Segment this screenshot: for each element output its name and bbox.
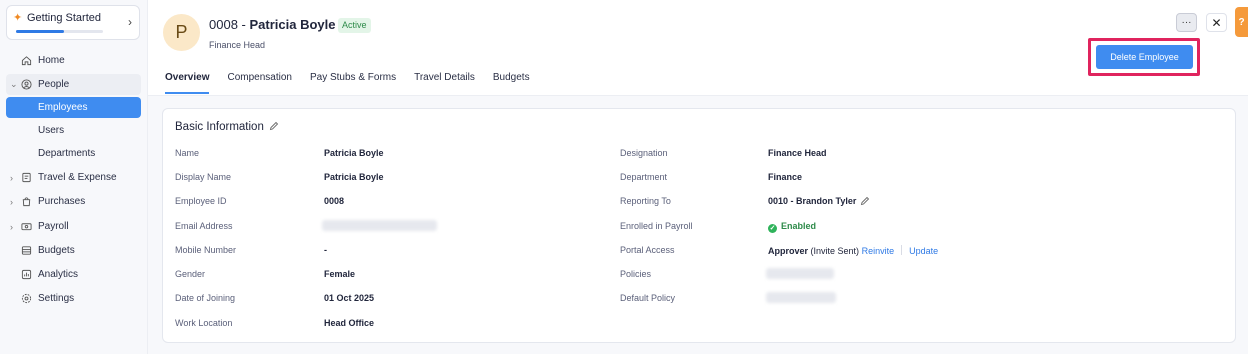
getting-started-progress <box>16 30 103 33</box>
person-icon <box>20 79 32 91</box>
update-link[interactable]: Update <box>909 246 938 256</box>
department-value: Finance <box>768 172 803 182</box>
tab-compensation[interactable]: Compensation <box>227 72 291 94</box>
delete-employee-button[interactable]: Delete Employee <box>1096 45 1193 69</box>
title-separator: - <box>237 17 250 32</box>
sidebar-item-analytics[interactable]: Analytics <box>6 264 141 285</box>
avatar: P <box>163 14 200 51</box>
policies-value-redacted <box>766 268 834 279</box>
designation-label: Designation <box>620 148 668 158</box>
sidebar-item-employees[interactable]: Employees <box>6 97 141 118</box>
name-value: Patricia Boyle <box>324 148 384 158</box>
designation-value: Finance Head <box>768 148 827 158</box>
tab-budgets[interactable]: Budgets <box>493 72 530 94</box>
date-of-joining-label: Date of Joining <box>175 293 236 303</box>
divider <box>901 245 903 255</box>
mobile-value: - <box>324 245 327 255</box>
reporting-to-value: 0010 - Brandon Tyler <box>768 196 857 206</box>
sidebar-item-people[interactable]: ⌄ People <box>6 74 141 95</box>
status-badge: Active <box>338 18 371 33</box>
reinvite-link[interactable]: Reinvite <box>862 246 895 256</box>
gear-icon <box>20 293 32 305</box>
portal-access-role: Approver <box>768 246 809 256</box>
sidebar: ✦ Getting Started › Home ⌄ People Employ… <box>0 0 148 354</box>
sidebar-item-settings[interactable]: Settings <box>6 288 141 309</box>
portal-access-label: Portal Access <box>620 245 675 255</box>
sidebar-item-users[interactable]: Users <box>6 120 141 141</box>
bag-icon <box>20 196 32 208</box>
close-button[interactable]: ✕ <box>1206 13 1227 32</box>
pencil-icon[interactable] <box>860 196 870 209</box>
sidebar-item-home[interactable]: Home <box>6 50 141 71</box>
employee-id: 0008 <box>209 17 238 32</box>
sidebar-item-purchases[interactable]: › Purchases <box>6 191 141 212</box>
tab-overview[interactable]: Overview <box>165 72 210 94</box>
tab-pay-stubs-forms[interactable]: Pay Stubs & Forms <box>310 72 396 94</box>
email-label: Email Address <box>175 221 233 231</box>
display-name-label: Display Name <box>175 172 232 182</box>
enrolled-payroll-label: Enrolled in Payroll <box>620 221 693 231</box>
tab-bar: Overview Compensation Pay Stubs & Forms … <box>165 72 548 94</box>
sidebar-item-payroll[interactable]: › Payroll <box>6 216 141 237</box>
chevron-right-icon: › <box>10 172 13 183</box>
receipt-icon <box>20 172 32 184</box>
chevron-right-icon: › <box>10 221 13 232</box>
home-icon <box>20 55 32 67</box>
budget-icon <box>20 245 32 257</box>
gender-label: Gender <box>175 269 206 279</box>
work-location-value: Head Office <box>324 318 375 328</box>
default-policy-value-redacted <box>766 292 836 303</box>
employee-designation: Finance Head <box>209 40 266 50</box>
enrolled-payroll-text: Enabled <box>781 221 817 231</box>
default-policy-label: Default Policy <box>620 293 676 303</box>
sidebar-item-travel-expense[interactable]: › Travel & Expense <box>6 167 141 188</box>
help-tab[interactable]: ? <box>1235 7 1248 37</box>
cash-icon <box>20 221 32 233</box>
sidebar-item-budgets[interactable]: Budgets <box>6 240 141 261</box>
employee-id-value: 0008 <box>324 196 345 206</box>
employee-id-label: Employee ID <box>175 196 227 206</box>
section-title: Basic Information <box>175 121 264 133</box>
chevron-right-icon: › <box>128 15 132 29</box>
chevron-right-icon: › <box>10 196 13 207</box>
analytics-icon <box>20 269 32 281</box>
department-label: Department <box>620 172 668 182</box>
email-value-redacted <box>322 220 437 231</box>
portal-access-status: (Invite Sent) <box>810 246 860 256</box>
pencil-icon[interactable] <box>269 121 279 134</box>
sidebar-item-departments[interactable]: Departments <box>6 143 141 164</box>
work-location-label: Work Location <box>175 318 233 328</box>
portal-access-value: Approver (Invite Sent) Reinvite Update <box>768 245 938 256</box>
enrolled-payroll-value: ✓ Enabled <box>768 221 816 233</box>
sparkle-icon: ✦ <box>13 12 23 24</box>
mobile-label: Mobile Number <box>175 245 237 255</box>
reporting-to-label: Reporting To <box>620 196 671 206</box>
employee-name: Patricia Boyle <box>249 17 336 32</box>
tab-travel-details[interactable]: Travel Details <box>414 72 475 94</box>
page-title: 0008 - Patricia Boyle <box>209 17 335 32</box>
display-name-value: Patricia Boyle <box>324 172 384 182</box>
getting-started-card[interactable]: ✦ Getting Started › <box>6 5 140 40</box>
gender-value: Female <box>324 269 356 279</box>
getting-started-label: Getting Started <box>27 12 101 24</box>
name-label: Name <box>175 148 200 158</box>
more-options-button[interactable]: ··· <box>1176 13 1197 32</box>
chevron-down-icon: ⌄ <box>10 79 18 89</box>
check-circle-icon: ✓ <box>768 224 777 233</box>
policies-label: Policies <box>620 269 652 279</box>
date-of-joining-value: 01 Oct 2025 <box>324 293 375 303</box>
